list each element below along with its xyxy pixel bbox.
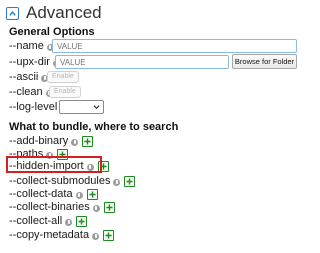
- copy-metadata-label: --copy-metadata: [9, 229, 90, 241]
- section-title: Advanced: [26, 3, 102, 22]
- help-icon[interactable]: [113, 178, 121, 186]
- help-icon[interactable]: [65, 218, 73, 226]
- plus-icon: [78, 217, 85, 225]
- clean-label: --clean: [9, 86, 43, 98]
- copy-metadata-plus-button[interactable]: [103, 229, 115, 241]
- ascii-enable-button[interactable]: Enable: [47, 71, 79, 83]
- collect-all-label: --collect-all: [9, 215, 63, 227]
- name-input[interactable]: [52, 39, 297, 53]
- general-options-title: General Options: [9, 26, 95, 38]
- help-icon[interactable]: [75, 191, 83, 199]
- upx-dir-input[interactable]: [55, 55, 229, 69]
- collect-binaries-plus-button[interactable]: [103, 201, 115, 213]
- collect-binaries-label: --collect-binaries: [9, 201, 90, 213]
- name-option-row: --name: [9, 38, 54, 54]
- chevron-down-icon: [93, 105, 100, 110]
- bundle-options-title: What to bundle, where to search: [9, 121, 179, 133]
- collect-all-plus-button[interactable]: [76, 215, 88, 227]
- name-label: --name: [9, 40, 44, 52]
- help-icon[interactable]: [92, 232, 100, 240]
- chevron-up-icon[interactable]: [6, 6, 19, 20]
- upx-dir-label: --upx-dir: [9, 56, 50, 68]
- help-icon[interactable]: [71, 138, 79, 146]
- ascii-option-row: --ascii: [9, 69, 49, 85]
- clean-enable-button[interactable]: Enable: [49, 86, 81, 98]
- plus-icon: [106, 203, 113, 211]
- highlight-box: [6, 156, 102, 173]
- plus-icon: [89, 190, 96, 198]
- ascii-label: --ascii: [9, 71, 39, 83]
- clean-option-row: --clean: [9, 84, 53, 100]
- copy-metadata-option-row: --copy-metadata: [9, 227, 115, 243]
- add-binary-plus-button[interactable]: [82, 135, 94, 147]
- log-level-label: --log-level: [9, 101, 58, 113]
- advanced-section-header[interactable]: Advanced: [6, 2, 102, 24]
- collect-submodules-plus-button[interactable]: [124, 175, 136, 187]
- plus-icon: [105, 231, 112, 239]
- help-icon[interactable]: [92, 204, 100, 212]
- upx-dir-option-row: --upx-dir: [9, 54, 60, 70]
- browse-folder-button[interactable]: Browse for Folder: [232, 54, 297, 69]
- log-level-select[interactable]: [59, 100, 104, 114]
- plus-icon: [126, 177, 134, 185]
- plus-icon: [84, 137, 91, 145]
- collect-data-plus-button[interactable]: [86, 188, 98, 200]
